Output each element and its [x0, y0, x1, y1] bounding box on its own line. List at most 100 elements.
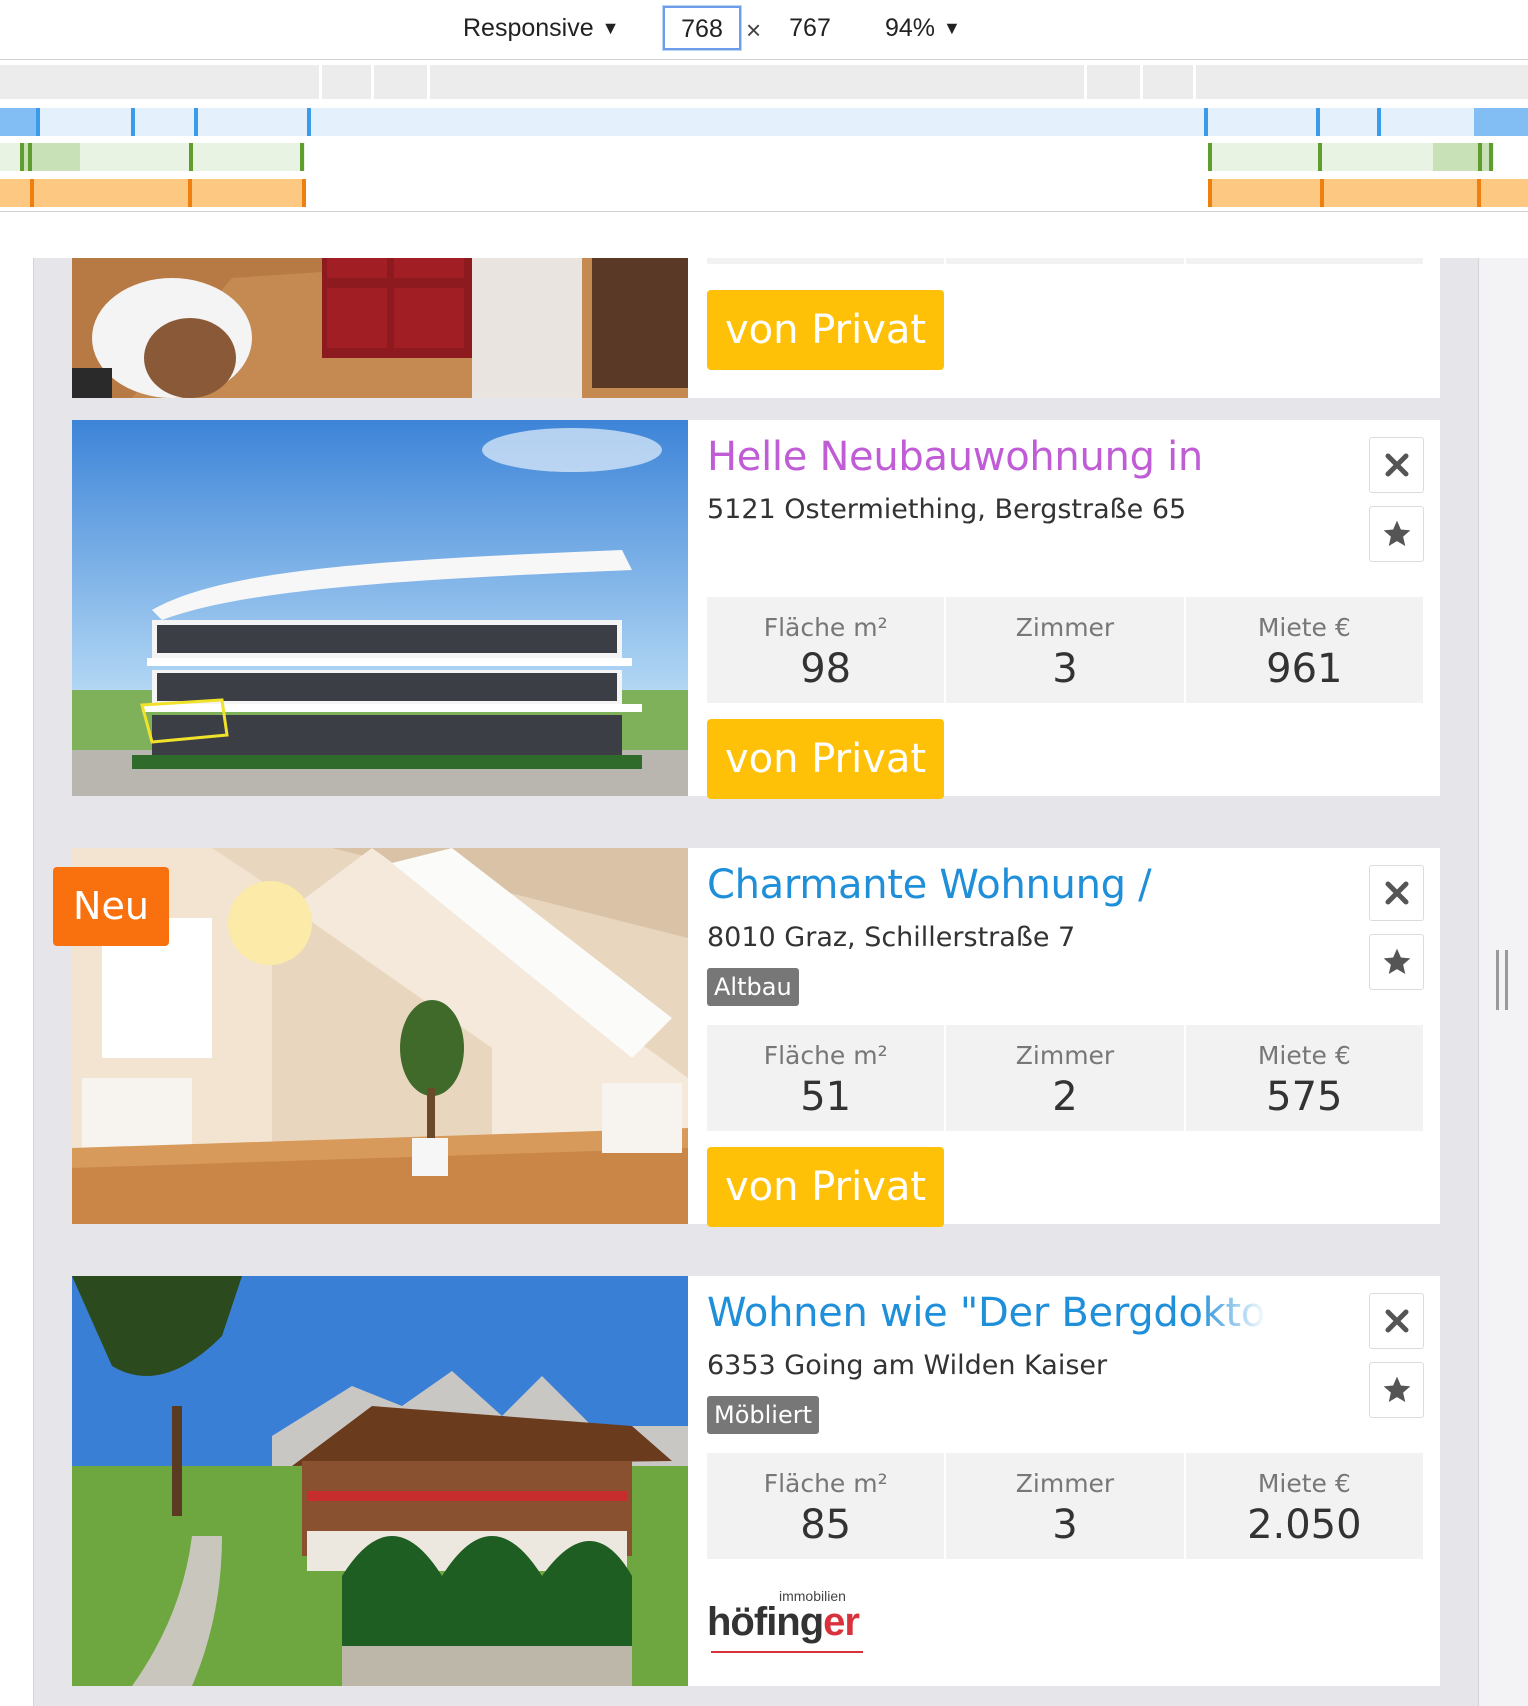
media-query-marker [1208, 179, 1212, 207]
von-privat-button[interactable]: von Privat [707, 719, 945, 799]
media-query-marker [307, 108, 311, 136]
preset-divider [319, 65, 322, 99]
star-icon [1383, 948, 1410, 974]
min-width-media-query-bar[interactable] [0, 179, 1528, 207]
media-query-segment[interactable] [1474, 108, 1528, 136]
media-query-segment[interactable] [1433, 143, 1493, 171]
media-query-marker [1320, 179, 1324, 207]
stat-area: Fläche m² 51 [707, 1025, 947, 1131]
listing-photo[interactable] [72, 420, 688, 796]
zoom-label: 94% [885, 14, 936, 42]
media-query-marker [300, 143, 304, 171]
agency-logo-name: höfinger [707, 1600, 860, 1645]
media-query-marker [1377, 108, 1381, 136]
viewport-height-input[interactable]: 767 [773, 6, 847, 50]
listing-details: Wohnen wie "Der Bergdoktor 6353 Going am… [688, 1276, 1440, 1686]
media-query-marker [302, 179, 306, 207]
devtools-device-toolbar: Responsive ▼ 768 × 767 94% ▼ [0, 0, 1528, 60]
favorite-listing-button[interactable] [1369, 1362, 1424, 1418]
stat-rent: Miete € 961 [1185, 597, 1423, 703]
stat-value: 51 [800, 1074, 852, 1120]
close-icon [1385, 453, 1408, 477]
favorite-listing-button[interactable] [1369, 934, 1424, 990]
zoom-dropdown-arrow-icon: ▼ [943, 18, 961, 38]
listing-card[interactable]: Charmante Wohnung / 8010 Graz, Schillers… [72, 848, 1440, 1227]
viewport-resize-handle[interactable] [1496, 950, 1508, 1010]
device-presets-bar[interactable] [0, 65, 1528, 99]
listing-card[interactable]: von Privat [72, 258, 1440, 398]
stat-rent: Miete € 2.050 [1185, 1453, 1423, 1559]
stat-value: 575 [1266, 1074, 1343, 1120]
media-query-marker [36, 108, 40, 136]
stat-value: 2.050 [1247, 1502, 1362, 1548]
preset-divider [1193, 65, 1196, 99]
listing-details: Helle Neubauwohnung in 5121 Ostermiethin… [688, 420, 1440, 799]
listing-tag: Möbliert [707, 1396, 820, 1434]
stat-area: Fläche m² 98 [707, 597, 947, 703]
close-icon [1385, 1309, 1408, 1333]
listing-title-link[interactable]: Wohnen wie "Der Bergdoktor [707, 1290, 1267, 1336]
favorite-listing-button[interactable] [1369, 506, 1424, 562]
stat-label: Zimmer [1015, 613, 1115, 642]
listing-card[interactable]: Helle Neubauwohnung in 5121 Ostermiethin… [72, 420, 1440, 799]
von-privat-button[interactable]: von Privat [707, 290, 945, 370]
stat-label: Zimmer [1015, 1041, 1115, 1070]
min-max-width-media-query-bar[interactable] [0, 143, 1528, 171]
agency-logo-underline [711, 1651, 863, 1653]
device-select[interactable]: Responsive ▼ [463, 8, 619, 48]
max-width-media-query-bar[interactable] [0, 108, 1528, 136]
stat-cell [946, 258, 1186, 264]
stat-rent: Miete € 575 [1185, 1025, 1423, 1131]
preset-divider [371, 65, 374, 99]
listing-photo[interactable] [72, 1276, 688, 1686]
media-query-marker [1316, 108, 1320, 136]
alpine-house-photo [72, 1276, 688, 1686]
media-query-inspector [0, 60, 1528, 212]
kitchen-photo [72, 258, 688, 398]
media-query-marker [188, 179, 192, 207]
media-query-marker [194, 108, 198, 136]
media-query-marker [28, 143, 32, 171]
zoom-select[interactable]: 94% ▼ [885, 8, 961, 48]
agency-logo[interactable]: immobilien höfinger [707, 1588, 877, 1658]
stat-area: Fläche m² 85 [707, 1453, 947, 1559]
stat-rooms: Zimmer 3 [946, 597, 1186, 703]
listing-stats: Fläche m² 85 Zimmer 3 Miete € 2.050 [707, 1453, 1423, 1559]
stat-value: 2 [1052, 1074, 1078, 1120]
agency-logo-name-suffix: er [823, 1600, 860, 1644]
media-query-marker [1204, 108, 1208, 136]
star-icon [1383, 1376, 1410, 1402]
stat-cell [707, 258, 947, 264]
listing-address: 5121 Ostermiething, Bergstraße 65 [707, 494, 1187, 525]
preset-divider [1084, 65, 1087, 99]
media-query-segment[interactable] [0, 179, 305, 207]
stat-value: 98 [800, 646, 852, 692]
stat-value: 3 [1052, 646, 1078, 692]
device-dropdown-arrow-icon: ▼ [601, 18, 620, 38]
hide-listing-button[interactable] [1369, 865, 1424, 921]
stat-rooms: Zimmer 2 [946, 1025, 1186, 1131]
media-query-marker [189, 143, 193, 171]
preset-divider [1140, 65, 1143, 99]
stat-label: Fläche m² [763, 1041, 888, 1070]
stat-value: 961 [1266, 646, 1343, 692]
device-label: Responsive [463, 14, 594, 42]
listing-title-link[interactable]: Helle Neubauwohnung in [707, 434, 1267, 480]
listing-details: Charmante Wohnung / 8010 Graz, Schillers… [688, 848, 1440, 1227]
stat-value: 85 [800, 1502, 852, 1548]
new-badge: Neu [53, 867, 169, 946]
stat-label: Miete € [1257, 613, 1351, 642]
hide-listing-button[interactable] [1369, 1293, 1424, 1349]
von-privat-button[interactable]: von Privat [707, 1147, 945, 1227]
listing-card[interactable]: Wohnen wie "Der Bergdoktor 6353 Going am… [72, 1276, 1440, 1686]
stat-label: Fläche m² [763, 1469, 888, 1498]
emulated-viewport[interactable]: von Privat Helle Neubauwohnung in 5121 O… [33, 258, 1479, 1706]
listing-title-link[interactable]: Charmante Wohnung / [707, 862, 1267, 908]
media-query-segment[interactable] [0, 108, 38, 136]
media-query-marker [1489, 143, 1493, 171]
hide-listing-button[interactable] [1369, 437, 1424, 493]
listing-photo[interactable] [72, 258, 688, 398]
viewport-width-input[interactable]: 768 [663, 6, 741, 50]
stat-label: Zimmer [1015, 1469, 1115, 1498]
close-icon [1385, 881, 1408, 905]
